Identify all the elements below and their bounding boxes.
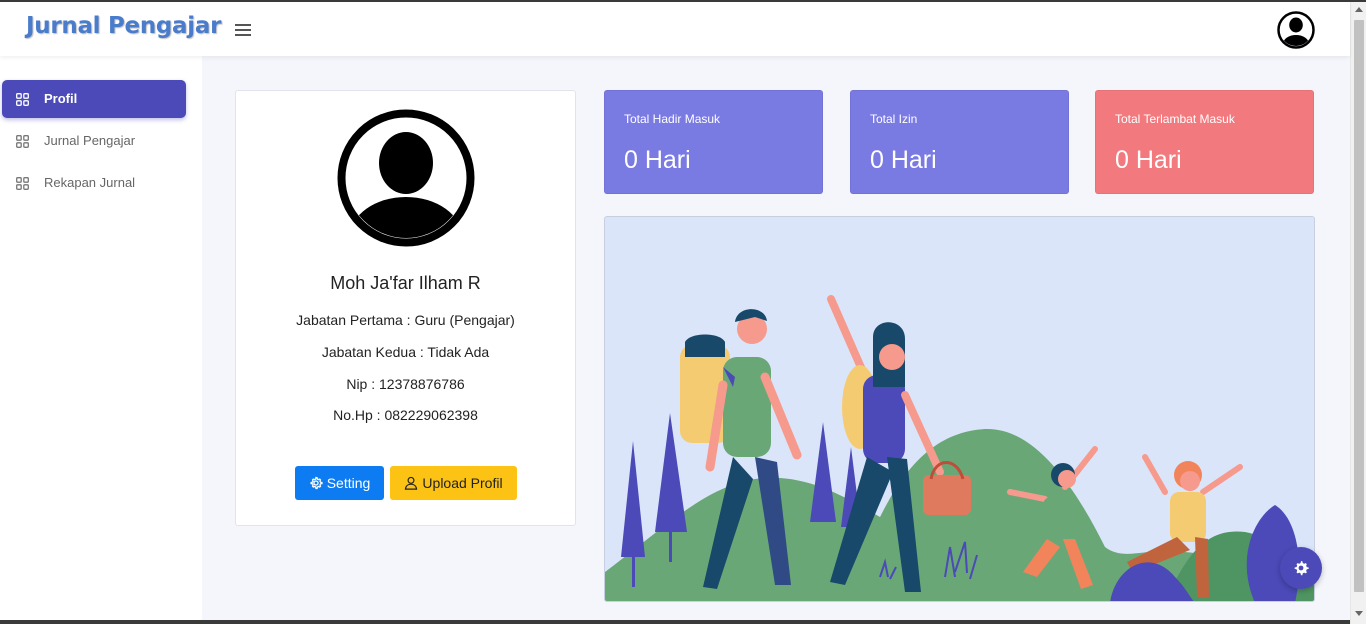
scroll-down-icon[interactable] — [1355, 611, 1363, 616]
scrollbar-thumb[interactable] — [1354, 20, 1364, 592]
stat-value: 0 Hari — [1115, 146, 1182, 174]
grid-icon — [16, 93, 29, 106]
sidebar-item-label: Rekapan Jurnal — [44, 175, 136, 190]
bottom-border — [0, 620, 1350, 624]
sidebar-item-label: Jurnal Pengajar — [44, 133, 136, 148]
profile-jabatan-pertama: Jabatan Pertama : Guru (Pengajar) — [296, 312, 515, 328]
profile-name: Moh Ja'far Ilham R — [330, 273, 481, 293]
gear-icon — [310, 476, 323, 490]
stat-title: Total Izin — [870, 112, 918, 126]
hiking-family-illustration — [604, 216, 1315, 602]
stat-card-hadir: Total Hadir Masuk 0 Hari — [604, 90, 823, 194]
grid-icon — [16, 177, 29, 190]
top-header: Jurnal Pengajar — [0, 2, 1350, 56]
stat-value: 0 Hari — [624, 146, 691, 174]
stat-title: Total Terlambat Masuk — [1115, 112, 1235, 126]
profile-avatar-icon — [337, 109, 475, 247]
user-outline-icon — [405, 476, 418, 490]
stat-value: 0 Hari — [870, 146, 937, 174]
stat-card-terlambat: Total Terlambat Masuk 0 Hari — [1095, 90, 1314, 194]
sidebar-item-rekapan-jurnal[interactable]: Rekapan Jurnal — [2, 164, 186, 202]
sidebar: Profil Jurnal Pengajar Rekapan Jurnal — [0, 56, 202, 624]
profile-phone: No.Hp : 082229062398 — [333, 407, 478, 423]
sidebar-item-profil[interactable]: Profil — [2, 80, 186, 118]
upload-button-label: Upload Profil — [422, 475, 503, 491]
profile-jabatan-kedua: Jabatan Kedua : Tidak Ada — [321, 344, 490, 360]
scroll-up-icon[interactable] — [1355, 7, 1363, 12]
profile-nip: Nip : 12378876786 — [346, 376, 465, 392]
setting-button-label: Setting — [326, 475, 371, 491]
sidebar-item-jurnal-pengajar[interactable]: Jurnal Pengajar — [2, 122, 186, 160]
grid-icon — [16, 135, 29, 148]
user-avatar-icon[interactable] — [1277, 11, 1315, 49]
floating-settings-button[interactable] — [1280, 547, 1322, 589]
upload-profile-button[interactable]: Upload Profil — [390, 466, 517, 500]
sidebar-item-label: Profil — [44, 91, 78, 106]
stat-title: Total Hadir Masuk — [624, 112, 721, 126]
page-scrollbar[interactable] — [1350, 2, 1366, 624]
profile-card: Moh Ja'far Ilham R Jabatan Pertama : Gur… — [235, 90, 576, 526]
hamburger-icon[interactable] — [235, 24, 251, 37]
stat-card-izin: Total Izin 0 Hari — [850, 90, 1069, 194]
gear-icon — [1294, 561, 1309, 576]
brand-logo[interactable]: Jurnal Pengajar — [26, 13, 221, 39]
setting-button[interactable]: Setting — [295, 466, 384, 500]
